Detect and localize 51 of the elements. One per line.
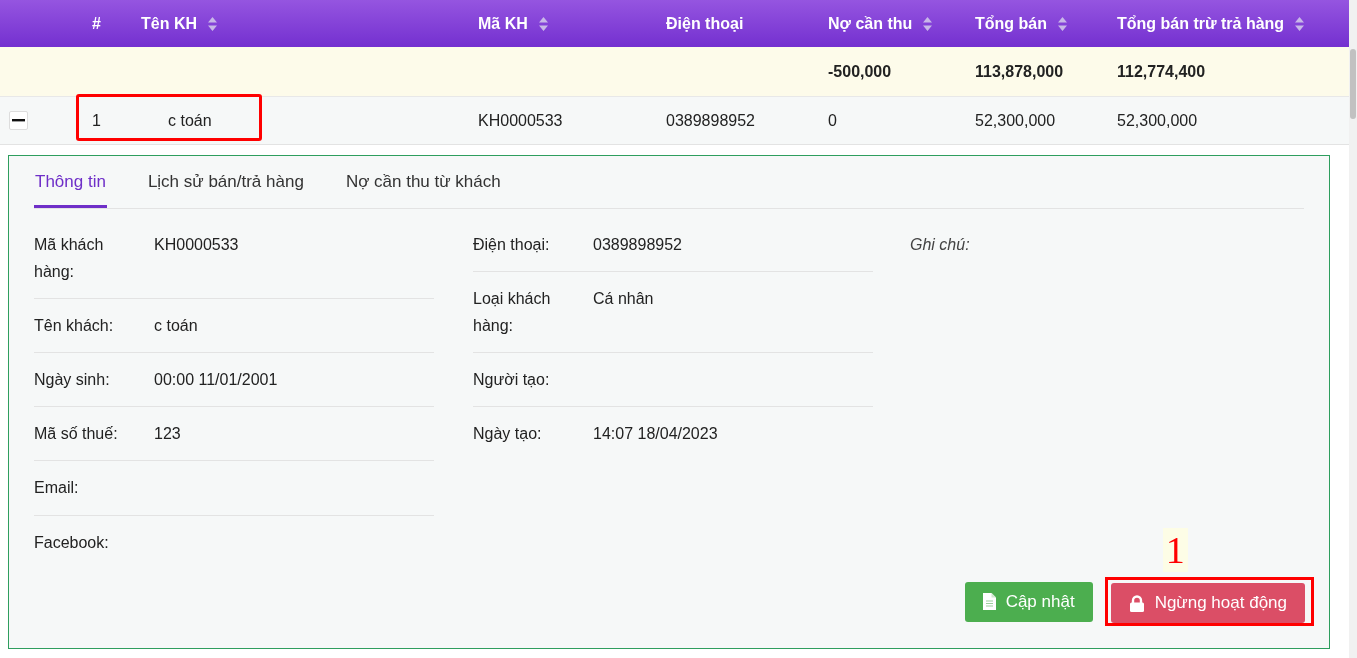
- column-header[interactable]: Mã KH: [478, 11, 528, 36]
- field-label: Loại khách hàng:: [473, 288, 552, 336]
- field-label: Mã số thuế:: [34, 424, 119, 445]
- tab[interactable]: Nợ cần thu từ khách: [344, 169, 502, 208]
- update-button[interactable]: Cập nhật: [964, 581, 1093, 622]
- note-label: Ghi chú:: [910, 234, 971, 255]
- field-value: 14:07 18/04/2023: [593, 425, 718, 443]
- field-label: Ngày sinh:: [34, 370, 111, 391]
- column-header: #: [92, 13, 101, 34]
- table-cell: 0389898952: [666, 111, 755, 129]
- field-value: 0389898952: [593, 235, 682, 253]
- table-cell: 52,300,000: [1117, 111, 1198, 129]
- field-label: Người tạo:: [473, 370, 551, 391]
- table-cell: 0: [828, 111, 837, 129]
- field-label: Ngày tạo:: [473, 424, 543, 445]
- table-cell: KH0000533: [478, 111, 563, 129]
- field-value: KH0000533: [154, 235, 239, 253]
- sort-icon[interactable]: [207, 15, 218, 32]
- collapse-button[interactable]: [9, 111, 28, 130]
- field-label: Facebook:: [34, 532, 110, 553]
- scrollbar-thumb[interactable]: [1350, 49, 1356, 119]
- lock-icon: [1128, 594, 1145, 612]
- field-value: Cá nhân: [593, 289, 654, 307]
- field-value: 00:00 11/01/2001: [154, 371, 278, 389]
- tab[interactable]: Thông tin: [34, 169, 107, 208]
- table-cell: c toán: [168, 111, 212, 129]
- table-cell: 1: [92, 111, 101, 129]
- minus-icon: [12, 119, 25, 122]
- field-value: c toán: [154, 316, 198, 334]
- column-header[interactable]: Nợ cần thu: [828, 11, 913, 36]
- callout-number: 1: [1162, 528, 1188, 572]
- total-cell: -500,000: [828, 62, 892, 80]
- table-cell: 52,300,000: [975, 111, 1056, 129]
- tab[interactable]: Lịch sử bán/trả hàng: [146, 169, 305, 208]
- column-header[interactable]: Tổng bán trừ trả hàng: [1117, 11, 1285, 36]
- sort-icon[interactable]: [922, 15, 934, 32]
- sort-icon[interactable]: [537, 15, 549, 32]
- sort-icon[interactable]: [1294, 15, 1306, 32]
- deactivate-button[interactable]: Ngừng hoạt động: [1110, 583, 1305, 623]
- column-header: Điện thoại: [666, 13, 744, 34]
- field-label: Điện thoại:: [473, 234, 551, 255]
- total-cell: 112,774,400: [1117, 62, 1206, 80]
- field-value: 123: [154, 425, 181, 443]
- field-label: Email:: [34, 478, 80, 499]
- column-header[interactable]: Tổng bán: [975, 11, 1047, 36]
- sort-icon[interactable]: [1057, 15, 1068, 32]
- field-label: Mã khách hàng:: [34, 234, 105, 282]
- document-icon: [982, 593, 996, 610]
- total-cell: 113,878,000: [975, 62, 1064, 80]
- field-label: Tên khách:: [34, 315, 115, 336]
- column-header[interactable]: Tên KH: [141, 11, 197, 36]
